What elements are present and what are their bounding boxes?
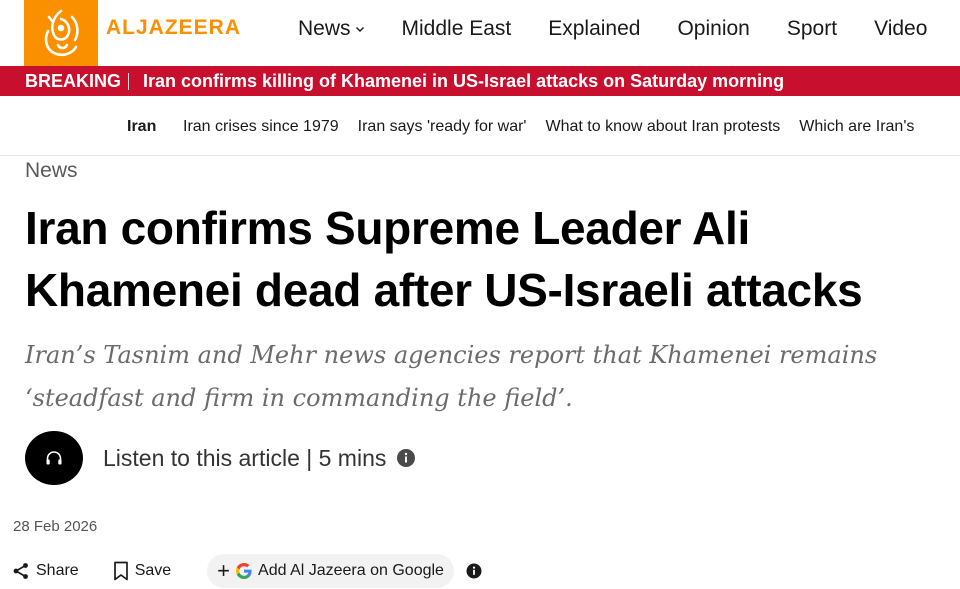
article-title: Iran confirms Supreme Leader Ali Khamene…: [25, 202, 863, 316]
google-g-icon: [236, 563, 252, 579]
save-label: Save: [134, 562, 172, 579]
nav-item-middle-east[interactable]: Middle East: [402, 14, 512, 44]
listen-label: Listen to this article | 5 mins: [103, 445, 387, 471]
site-header: ALJAZEERA News Middle East Explained Opi…: [0, 0, 960, 66]
bookmark-icon: [113, 561, 128, 581]
share-button[interactable]: Share: [12, 561, 79, 581]
topic-link[interactable]: Iran crises since 1979: [183, 117, 339, 137]
nav-item-video[interactable]: Video: [874, 14, 927, 44]
article-actions: Share Save + Add Al Jazeera on Google: [12, 553, 482, 589]
topic-link[interactable]: What to know about Iran protests: [545, 117, 780, 137]
plus-icon: +: [217, 558, 231, 583]
nav-item-news[interactable]: News: [298, 14, 365, 44]
chevron-down-icon: [355, 27, 364, 32]
aljazeera-emblem-icon: [44, 9, 79, 57]
share-label: Share: [36, 562, 79, 579]
nav-item-label: News: [298, 17, 351, 40]
article-subtitle: Iran’s Tasnim and Mehr news agencies rep…: [25, 341, 878, 412]
headphones-icon: [46, 451, 62, 465]
listen-button[interactable]: [25, 431, 83, 485]
article-category[interactable]: News: [25, 158, 78, 184]
logo-wordmark[interactable]: ALJAZEERA: [106, 16, 241, 40]
share-icon: [13, 563, 28, 579]
topic-bar: Iran Iran crises since 1979 Iran says 'r…: [0, 96, 960, 156]
nav-item-sport[interactable]: Sport: [787, 14, 837, 44]
listen-article: Listen to this article | 5 mins: [25, 431, 416, 485]
nav-item-opinion[interactable]: Opinion: [677, 14, 749, 44]
publish-date: 28 Feb 2026: [13, 518, 98, 535]
breaking-news-bar[interactable]: BREAKING Iran confirms killing of Khamen…: [0, 66, 960, 96]
breaking-headline[interactable]: Iran confirms killing of Khamenei in US-…: [143, 66, 784, 96]
info-icon[interactable]: [396, 448, 416, 468]
nav-item-explained[interactable]: Explained: [548, 14, 640, 44]
main-nav: News Middle East Explained Opinion Sport…: [298, 14, 927, 44]
topic-link[interactable]: Iran says 'ready for war': [358, 117, 527, 137]
topic-link[interactable]: Which are Iran's: [799, 117, 914, 137]
save-button[interactable]: Save: [113, 561, 171, 581]
info-icon[interactable]: [466, 563, 482, 579]
breaking-divider: [128, 73, 129, 90]
topic-links: Iran crises since 1979 Iran says 'ready …: [183, 117, 933, 137]
breaking-label: BREAKING: [25, 71, 122, 91]
topic-label[interactable]: Iran: [127, 117, 156, 137]
aljazeera-logo[interactable]: [24, 0, 98, 66]
google-label: Add Al Jazeera on Google: [258, 562, 444, 579]
add-on-google-button[interactable]: + Add Al Jazeera on Google: [207, 554, 454, 588]
